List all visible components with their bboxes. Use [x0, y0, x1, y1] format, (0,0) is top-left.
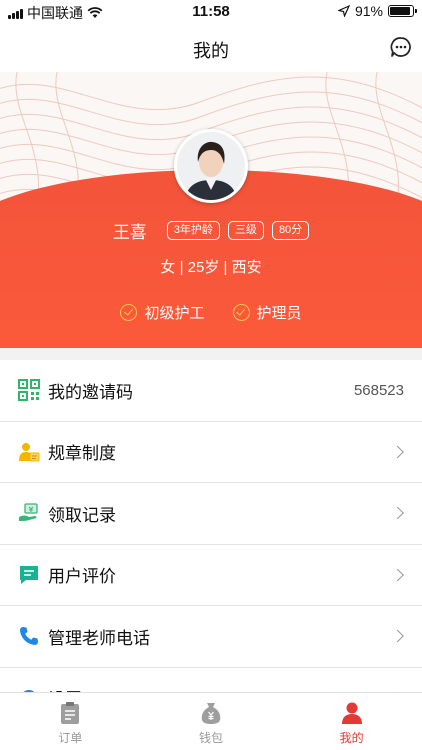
check-circle-icon: [120, 304, 138, 321]
avatar-image: [177, 132, 245, 200]
menu-item-settings[interactable]: 设置: [0, 668, 422, 692]
chevron-right-icon: [391, 629, 404, 643]
user-icon: [341, 702, 362, 724]
profile-header: 王喜 3年护龄 三级 80分 女 | 25岁 | 西安 初级护工 护理员: [0, 72, 422, 348]
menu-label: 管理老师电话: [48, 628, 150, 648]
tab-orders[interactable]: 订单: [0, 693, 141, 750]
menu-item-invite-code[interactable]: 我的邀请码 568523: [0, 360, 422, 422]
menu-label: 我的邀请码: [48, 382, 133, 402]
tab-bar: 订单 钱包 我的: [0, 692, 422, 750]
user-meta: 女 | 25岁 | 西安: [160, 259, 262, 276]
chevron-right-icon: [391, 445, 404, 459]
badge-junior-caregiver: 初级护工: [120, 302, 205, 323]
menu-label: 领取记录: [48, 505, 116, 525]
comment-icon: [18, 564, 40, 586]
menu-item-rules[interactable]: 规章制度: [0, 422, 422, 483]
menu-label: 规章制度: [48, 444, 116, 464]
tag-score: 80分: [271, 221, 310, 240]
battery-icon: [388, 5, 417, 17]
menu-label: 用户评价: [48, 567, 116, 587]
check-circle-icon: [232, 304, 250, 321]
menu-item-receive-record[interactable]: 领取记录: [0, 483, 422, 545]
tag-level: 三级: [227, 221, 264, 240]
location-arrow-icon: [337, 5, 350, 17]
status-bar: 中国联通 11:58 91%: [0, 0, 422, 24]
name-row: 王喜 3年护龄 三级 80分: [0, 218, 422, 243]
badge-label: 护理员: [256, 305, 302, 322]
clipboard-icon: [61, 702, 80, 724]
tab-wallet[interactable]: 钱包: [141, 693, 282, 750]
money-bag-icon: [201, 703, 221, 724]
tab-me[interactable]: 我的: [281, 693, 422, 750]
qr-code-icon: [18, 379, 40, 402]
menu-list: 我的邀请码 568523 规章制度 领取记录 用户评价 管理老师电话: [0, 360, 422, 692]
chevron-right-icon: [391, 506, 404, 520]
badge-nurse: 护理员: [232, 302, 302, 323]
badges: 初级护工 护理员: [0, 302, 422, 323]
invite-code-value: 568523: [353, 381, 404, 399]
status-right: 91%: [337, 3, 417, 19]
menu-item-user-reviews[interactable]: 用户评价: [0, 545, 422, 606]
receive-record-icon: [18, 502, 40, 524]
rules-icon: [18, 441, 40, 463]
chevron-right-icon: [391, 568, 404, 582]
battery-percent: 91%: [354, 3, 383, 19]
menu-item-teacher-phone[interactable]: 管理老师电话: [0, 606, 422, 668]
tab-label: 我的: [339, 731, 364, 745]
battery-fill: [390, 7, 411, 15]
tab-label: 钱包: [199, 731, 224, 745]
chat-bubble-icon[interactable]: [390, 36, 412, 58]
badge-label: 初级护工: [144, 305, 205, 322]
tag-nursing-years: 3年护龄: [166, 221, 220, 240]
menu-label: 设置: [48, 685, 82, 692]
page-title: 我的: [193, 41, 229, 61]
tab-label: 订单: [58, 731, 83, 745]
avatar[interactable]: [174, 129, 248, 203]
phone-icon: [18, 625, 40, 647]
user-name: 王喜: [112, 223, 147, 242]
nav-bar: 我的: [0, 24, 422, 72]
